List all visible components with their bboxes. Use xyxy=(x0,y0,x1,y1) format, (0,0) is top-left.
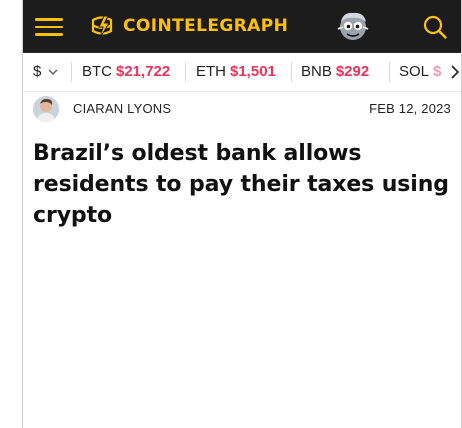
search-icon[interactable] xyxy=(421,13,449,41)
page-frame: COINTELEGRAPH $ BTC $21,722 ETH $1,501 B… xyxy=(22,0,462,428)
currency-selector[interactable]: $ xyxy=(33,63,58,80)
ticker-price: $1,501 xyxy=(230,63,276,80)
chevron-right-icon[interactable] xyxy=(451,65,459,79)
article-byline: CIARAN LYONS FEB 12, 2023 xyxy=(23,92,461,126)
divider xyxy=(185,62,186,82)
divider xyxy=(389,62,390,82)
currency-symbol: $ xyxy=(33,63,42,80)
ticker-symbol: BNB xyxy=(301,63,332,80)
ticker-symbol: BTC xyxy=(82,63,112,80)
price-ticker: $ BTC $21,722 ETH $1,501 BNB $292 SOL $ xyxy=(23,53,461,92)
ticker-price: $292 xyxy=(335,63,370,80)
brand-name: COINTELEGRAPH xyxy=(123,16,289,36)
ticker-item-eth[interactable]: ETH $1,501 xyxy=(196,63,276,80)
mascot-icon[interactable] xyxy=(335,8,371,44)
menu-icon[interactable] xyxy=(35,18,63,36)
divider xyxy=(291,62,292,82)
publish-date: FEB 12, 2023 xyxy=(369,101,451,116)
ticker-symbol: SOL xyxy=(399,63,430,80)
ticker-item-sol[interactable]: SOL $ xyxy=(399,63,441,80)
site-logo[interactable]: COINTELEGRAPH xyxy=(87,10,288,42)
ticker-price: $21,722 xyxy=(116,63,171,80)
ticker-price: $ xyxy=(433,63,442,80)
author-avatar[interactable] xyxy=(33,96,59,122)
ticker-item-bnb[interactable]: BNB $292 xyxy=(301,63,369,80)
top-nav-bar: COINTELEGRAPH xyxy=(23,0,461,53)
cointelegraph-logo-icon xyxy=(91,15,113,39)
chevron-down-icon xyxy=(48,69,58,75)
ticker-item-btc[interactable]: BTC $21,722 xyxy=(82,63,170,80)
divider xyxy=(71,62,72,82)
author-name[interactable]: CIARAN LYONS xyxy=(73,101,171,116)
avatar-image xyxy=(33,96,59,122)
ticker-symbol: ETH xyxy=(196,63,226,80)
article-title: Brazil’s oldest bank allows residents to… xyxy=(33,141,449,228)
